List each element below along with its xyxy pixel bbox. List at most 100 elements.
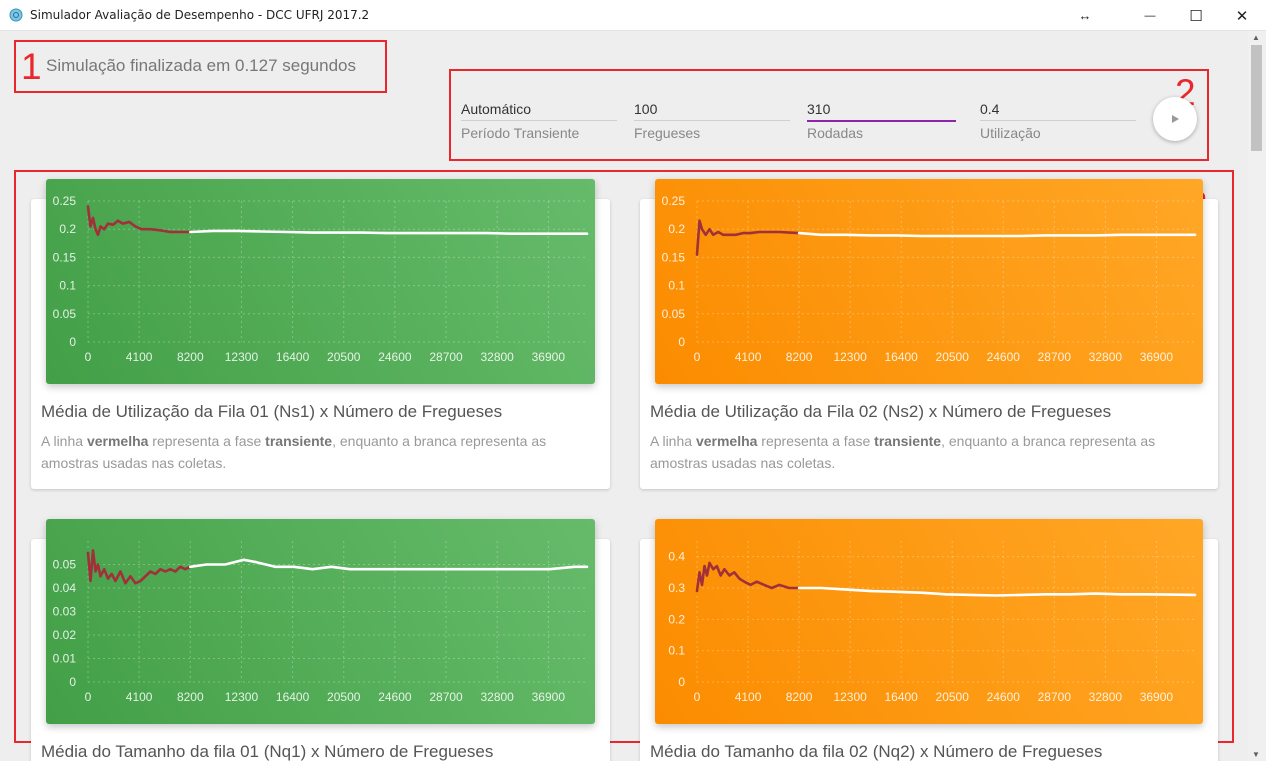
- x-tick-label: 24600: [987, 690, 1021, 704]
- x-tick-label: 4100: [735, 350, 762, 364]
- x-tick-label: 36900: [532, 350, 566, 364]
- field-underline: [634, 120, 790, 121]
- desc-text: representa a fase: [757, 433, 875, 449]
- transient-period-value[interactable]: Automático: [461, 101, 531, 117]
- y-tick-label: 0: [678, 335, 685, 349]
- x-tick-label: 0: [694, 350, 701, 364]
- x-tick-label: 16400: [276, 350, 310, 364]
- y-tick-label: 0.05: [53, 558, 77, 572]
- window-title: Simulador Avaliação de Desempenho - DCC …: [30, 8, 370, 22]
- vertical-scrollbar[interactable]: ▲ ▼: [1248, 31, 1266, 761]
- transient-period-field[interactable]: Automático Período Transiente: [461, 97, 617, 143]
- samples-series-line: [189, 229, 589, 236]
- close-button[interactable]: ✕: [1219, 0, 1265, 31]
- scrollbar-thumb[interactable]: [1251, 45, 1262, 151]
- chart-nq1-svg: 0 0.01 0.02 0.03 0.04 0.05 0 4100 8200 12300 16400…: [53, 541, 589, 704]
- x-tick-label: 16400: [884, 690, 918, 704]
- x-tick-label: 20500: [327, 690, 361, 704]
- y-tick-label: 0.1: [59, 279, 76, 293]
- x-tick-label: 32800: [480, 350, 514, 364]
- x-tick-label: 8200: [177, 690, 204, 704]
- chart-title: Média do Tamanho da fila 01 (Nq1) x Núme…: [41, 742, 494, 761]
- desc-text: representa a fase: [148, 433, 266, 449]
- rounds-value[interactable]: 310: [807, 101, 830, 117]
- chart-ns2: 0 0.05 0.1 0.15 0.2 0.25 0 4100 8200 12300 16400 20…: [655, 179, 1203, 384]
- customers-field[interactable]: 100 Fregueses: [634, 97, 790, 143]
- x-tick-label: 24600: [378, 690, 412, 704]
- x-tick-label: 0: [85, 690, 92, 704]
- x-tick-label: 36900: [1140, 350, 1174, 364]
- x-tick-label: 16400: [276, 690, 310, 704]
- rounds-field[interactable]: 310 Rodadas: [807, 97, 956, 143]
- y-tick-label: 0.25: [53, 194, 77, 208]
- chart-ns1: 0 0.05 0.1 0.15 0.2 0.25 0 4100 8200 12300 16400 20…: [46, 179, 595, 384]
- x-tick-label: 0: [694, 690, 701, 704]
- customers-value[interactable]: 100: [634, 101, 657, 117]
- y-tick-label: 0: [69, 335, 76, 349]
- chart-description: A linha vermelha representa a fase trans…: [41, 430, 601, 474]
- y-tick-label: 0.05: [662, 307, 686, 321]
- play-icon: [1172, 115, 1179, 123]
- desc-transient-word: transiente: [265, 433, 333, 449]
- field-underline-active: [807, 120, 956, 122]
- y-tick-label: 0.25: [662, 194, 686, 208]
- x-tick-label: 20500: [936, 690, 970, 704]
- y-tick-label: 0.04: [53, 581, 77, 595]
- samples-series-line: [797, 231, 1197, 238]
- window-title-bar: Simulador Avaliação de Desempenho - DCC …: [0, 0, 1266, 31]
- chart-ns1-svg: 0 0.05 0.1 0.15 0.2 0.25 0 4100 8200 12300 16400 20…: [53, 194, 589, 364]
- x-tick-label: 12300: [225, 690, 259, 704]
- x-tick-label: 28700: [1038, 350, 1072, 364]
- transient-period-label: Período Transiente: [461, 125, 580, 141]
- annotation-number-1: 1: [21, 46, 42, 87]
- y-tick-label: 0.2: [668, 612, 685, 626]
- chart-title: Média de Utilização da Fila 01 (Ns1) x N…: [41, 402, 503, 421]
- rounds-label: Rodadas: [807, 125, 864, 141]
- y-tick-label: 0.2: [59, 222, 76, 236]
- utilization-field[interactable]: 0.4 Utilização: [980, 97, 1136, 143]
- x-tick-label: 36900: [1140, 690, 1174, 704]
- y-tick-label: 0.4: [668, 550, 685, 564]
- chart-ns2-svg: 0 0.05 0.1 0.15 0.2 0.25 0 4100 8200 12300 16400 20…: [662, 194, 1197, 364]
- field-underline: [461, 120, 617, 121]
- x-tick-label: 4100: [126, 350, 153, 364]
- chart-title: Média do Tamanho da fila 02 (Nq2) x Núme…: [650, 742, 1103, 761]
- utilization-label: Utilização: [980, 125, 1041, 141]
- x-tick-label: 24600: [987, 350, 1021, 364]
- simulation-status: Simulação finalizada em 0.127 segundos: [46, 56, 356, 75]
- x-tick-label: 28700: [1038, 690, 1072, 704]
- x-tick-label: 28700: [429, 350, 463, 364]
- y-tick-label: 0.2: [668, 222, 685, 236]
- x-tick-label: 4100: [126, 690, 153, 704]
- y-tick-label: 0: [678, 675, 685, 689]
- y-tick-label: 0.1: [668, 644, 685, 658]
- transient-series-line: [86, 205, 192, 237]
- x-tick-label: 8200: [786, 690, 813, 704]
- y-tick-label: 0.3: [668, 581, 685, 595]
- run-simulation-button[interactable]: [1153, 97, 1197, 141]
- samples-series-line: [797, 586, 1197, 597]
- maximize-button[interactable]: ☐: [1173, 0, 1219, 31]
- minimize-button[interactable]: —: [1127, 0, 1173, 31]
- x-tick-label: 28700: [429, 690, 463, 704]
- x-tick-label: 24600: [378, 350, 412, 364]
- x-tick-label: 20500: [327, 350, 361, 364]
- x-tick-label: 12300: [225, 350, 259, 364]
- y-tick-label: 0.15: [53, 250, 77, 264]
- x-tick-label: 16400: [884, 350, 918, 364]
- y-tick-label: 0.05: [53, 307, 77, 321]
- desc-transient-word: transiente: [874, 433, 942, 449]
- chart-nq2-svg: 0 0.1 0.2 0.3 0.4 0 4100 8200 12300 16400 20500 246…: [668, 541, 1197, 704]
- scroll-down-icon[interactable]: ▼: [1252, 750, 1260, 759]
- chart-title: Média de Utilização da Fila 02 (Ns2) x N…: [650, 402, 1112, 421]
- scroll-up-icon[interactable]: ▲: [1252, 33, 1260, 42]
- desc-red-word: vermelha: [695, 433, 758, 449]
- x-tick-label: 8200: [786, 350, 813, 364]
- utilization-value[interactable]: 0.4: [980, 101, 999, 117]
- y-tick-label: 0: [69, 675, 76, 689]
- x-tick-label: 12300: [833, 690, 867, 704]
- x-tick-label: 32800: [1089, 690, 1123, 704]
- x-tick-label: 0: [85, 350, 92, 364]
- resize-icon[interactable]: ↔: [1062, 0, 1108, 31]
- main-content: 1 Simulação finalizada em 0.127 segundos…: [0, 31, 1248, 761]
